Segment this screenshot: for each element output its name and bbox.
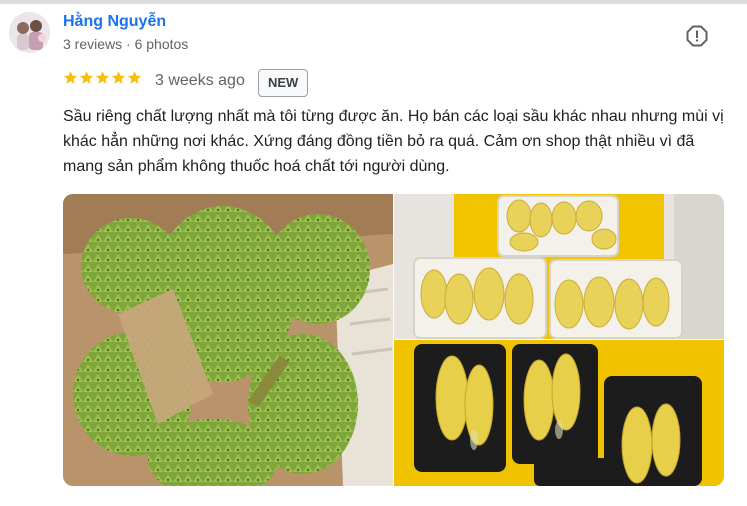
new-badge: NEW — [258, 69, 309, 97]
author-meta: 3 reviews · 6 photos — [63, 36, 189, 52]
top-divider — [0, 0, 747, 4]
star-icon — [63, 71, 78, 84]
avatar[interactable] — [9, 12, 50, 53]
report-flag-icon[interactable] — [685, 24, 709, 48]
star-icon — [95, 71, 110, 84]
star-icon — [79, 71, 94, 84]
author-name[interactable]: Hằng Nguyễn — [63, 13, 166, 31]
star-rating — [63, 70, 142, 90]
review-photo-black-trays[interactable] — [394, 340, 724, 486]
review-time: 3 weeks ago — [155, 72, 245, 89]
star-icon — [111, 71, 126, 84]
review-photo-durians-box[interactable] — [63, 194, 393, 486]
review-text: Sầu riêng chất lượng nhất mà tôi từng đư… — [63, 108, 724, 175]
review-photo-durian-trays[interactable] — [394, 194, 724, 339]
star-icon — [127, 71, 142, 84]
